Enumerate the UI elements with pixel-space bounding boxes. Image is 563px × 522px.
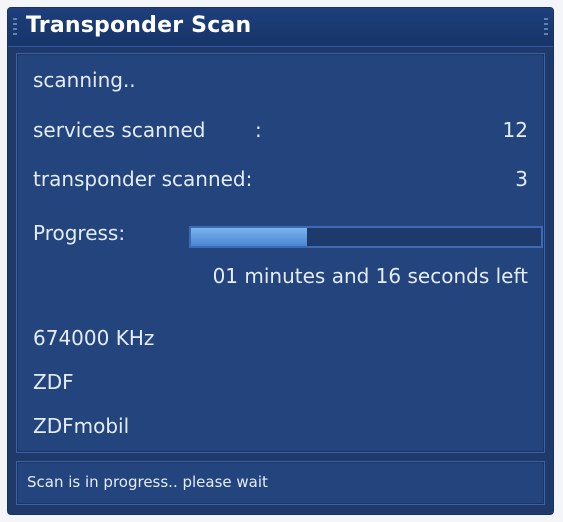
transponder-scanned-label: transponder scanned: (33, 167, 253, 191)
transponder-scan-window: Transponder Scan scanning.. services sca… (8, 8, 553, 514)
grip-icon-right (544, 18, 548, 36)
scan-info-panel: scanning.. services scanned : 12 transpo… (16, 53, 545, 453)
services-scanned-label: services scanned (33, 118, 206, 142)
scan-state-text: scanning.. (33, 68, 136, 92)
transponder-scanned-value: 3 (515, 167, 528, 191)
frequency-text: 674000 KHz (33, 326, 155, 350)
time-left-text: 01 minutes and 16 seconds left (212, 264, 528, 288)
progress-bar (189, 226, 543, 248)
grip-icon-left (13, 18, 17, 36)
services-scanned-colon: : (255, 118, 262, 142)
provider-text: ZDF (33, 370, 74, 394)
status-bar: Scan is in progress.. please wait (16, 461, 545, 505)
status-message: Scan is in progress.. please wait (27, 473, 268, 491)
progress-bar-fill (191, 228, 307, 246)
service-name-text: ZDFmobil (33, 414, 130, 438)
progress-label: Progress: (33, 221, 126, 245)
title-bar: Transponder Scan (8, 8, 553, 47)
services-scanned-value: 12 (502, 118, 528, 142)
window-title: Transponder Scan (26, 13, 252, 38)
